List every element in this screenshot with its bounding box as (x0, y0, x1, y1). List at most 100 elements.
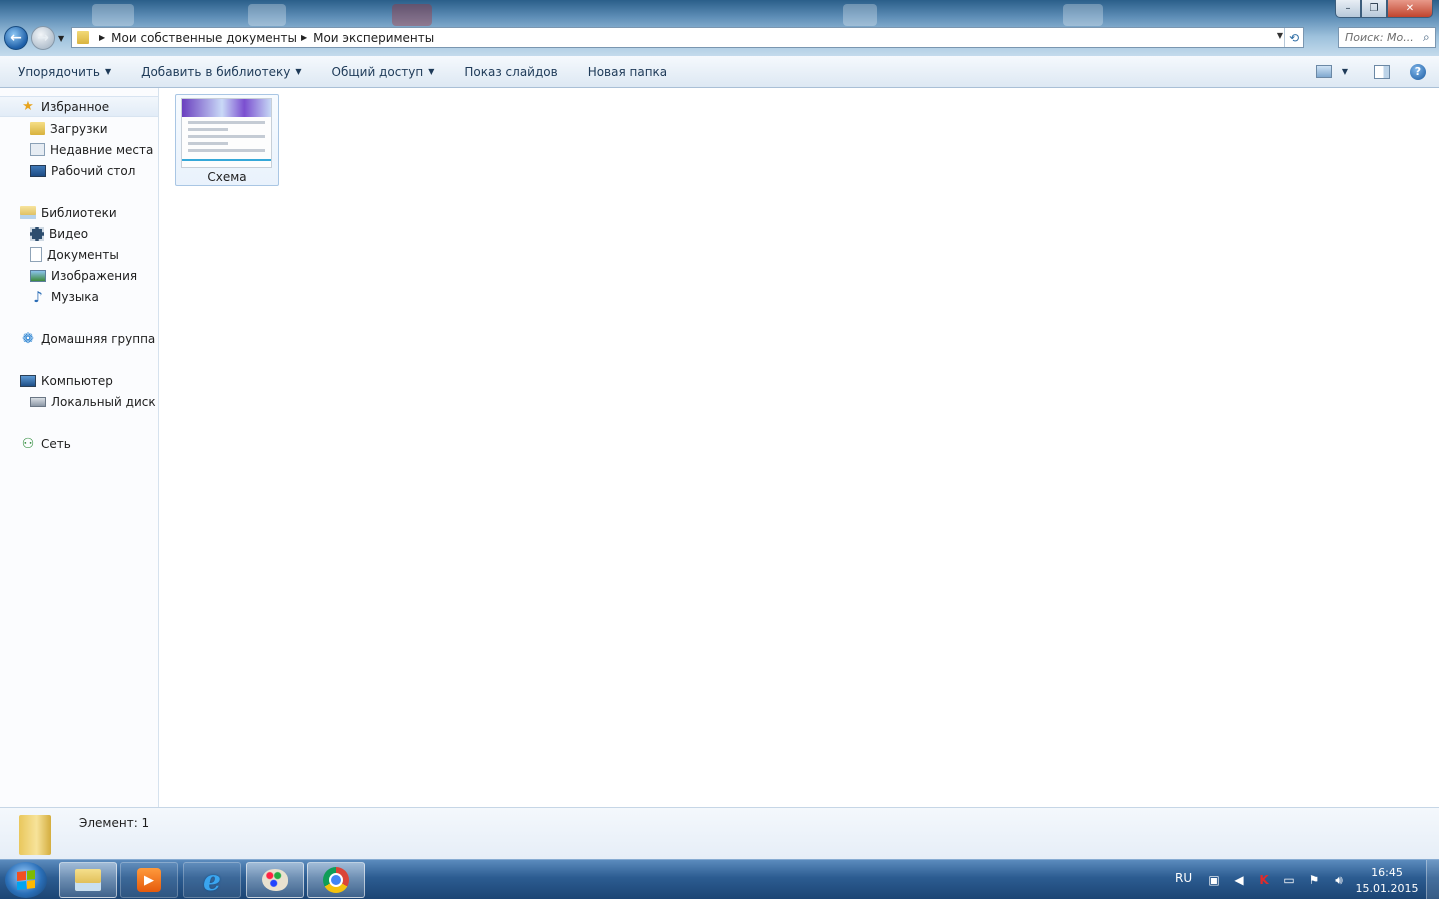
file-name: Схема (207, 170, 247, 184)
details-pane: Элемент: 1 (0, 807, 1439, 859)
pictures-library-icon (30, 269, 46, 282)
desktop-icon (30, 164, 46, 177)
nav-item-label: Загрузки (50, 121, 108, 136)
taskbar-chrome-button[interactable] (307, 862, 365, 898)
breadcrumb-item[interactable]: Мои собственные документы (111, 31, 297, 45)
slideshow-button[interactable]: Показ слайдов (449, 65, 572, 79)
nav-item-label: Видео (49, 226, 89, 241)
network-status-icon[interactable]: ▭ (1281, 872, 1297, 888)
nav-item-music[interactable]: ♪ Музыка (0, 286, 158, 307)
nav-favorites-label: Избранное (41, 99, 110, 114)
address-bar[interactable]: ▶ Мои собственные документы ▶ Мои экспер… (71, 27, 1304, 48)
speaker-warning-icon[interactable]: ◀ (1231, 872, 1247, 888)
breadcrumb-item[interactable]: Мои эксперименты (313, 31, 434, 45)
nav-item-desktop[interactable]: Рабочий стол (0, 160, 158, 181)
nav-item-local-disk[interactable]: Локальный диск (C (0, 391, 158, 412)
folder-icon (19, 815, 51, 855)
slideshow-label: Показ слайдов (464, 64, 558, 79)
nav-item-label: Локальный диск (C (51, 394, 158, 409)
search-box[interactable]: ⌕ (1338, 27, 1436, 48)
search-input[interactable] (1339, 31, 1423, 44)
command-bar: Упорядочить ▼ Добавить в библиотеку ▼ Общи… (0, 56, 1439, 88)
help-icon[interactable]: ? (1410, 63, 1426, 80)
breadcrumb-separator-icon[interactable]: ▶ (301, 33, 307, 42)
nav-item-label: Документы (47, 247, 119, 262)
chevron-down-icon: ▼ (428, 67, 435, 76)
breadcrumb-separator-icon[interactable]: ▶ (99, 33, 105, 42)
nav-computer-label: Компьютер (41, 373, 113, 388)
nav-network[interactable]: ⚇ Сеть (0, 433, 158, 454)
share-with-label: Общий доступ (331, 64, 424, 79)
nav-network-label: Сеть (41, 436, 71, 451)
file-thumbnail (181, 98, 272, 168)
window-controls: – ❐ ✕ (1335, 0, 1433, 18)
start-button[interactable] (5, 862, 47, 898)
file-item[interactable]: Схема (175, 94, 279, 186)
add-to-library-button[interactable]: Добавить в библиотеку ▼ (126, 65, 316, 79)
view-options-dropdown[interactable]: ▼ (1342, 67, 1348, 76)
nav-item-label: Изображения (51, 268, 138, 283)
close-button[interactable]: ✕ (1387, 0, 1433, 18)
nav-item-label: Недавние места (50, 142, 154, 157)
nav-item-video[interactable]: Видео (0, 223, 158, 244)
taskbar: ▶ e RU ▣ ◀ K ▭ ⚑ 🔊︎ 16:45 15.01.2015 (0, 859, 1439, 899)
language-indicator[interactable]: RU (1175, 871, 1192, 885)
network-icon: ⚇ (21, 435, 35, 452)
search-icon[interactable]: ⌕ (1423, 30, 1430, 45)
organize-button[interactable]: Упорядочить ▼ (0, 65, 126, 79)
forward-button[interactable]: → (31, 26, 55, 50)
system-tray: ▣ ◀ K ▭ ⚑ 🔊︎ (1206, 872, 1347, 888)
nav-item-pictures[interactable]: Изображения (0, 265, 158, 286)
taskbar-internet-explorer-button[interactable]: e (183, 862, 241, 898)
view-controls: ▼ ? (1315, 56, 1439, 87)
minimize-button[interactable]: – (1335, 0, 1361, 18)
media-player-icon: ▶ (137, 868, 161, 892)
antivirus-icon[interactable]: K (1256, 872, 1272, 888)
show-desktop-button[interactable] (1426, 860, 1439, 899)
clock-date: 15.01.2015 (1355, 882, 1419, 895)
preview-pane-icon[interactable] (1374, 64, 1390, 79)
back-button[interactable]: ← (4, 26, 28, 50)
thumbnail-line (188, 135, 265, 138)
nav-computer[interactable]: Компьютер (0, 370, 158, 391)
nav-favorites[interactable]: ★ Избранное (0, 96, 158, 117)
taskbar-paint-button[interactable] (246, 862, 304, 898)
clock[interactable]: 16:45 15.01.2015 (1350, 865, 1424, 897)
file-list-area[interactable]: Схема (160, 88, 1439, 807)
recent-places-icon (30, 143, 45, 156)
thumbnail-line (188, 128, 228, 131)
thumbnail-line (188, 121, 265, 124)
music-note-icon: ♪ (33, 287, 43, 306)
add-to-library-label: Добавить в библиотеку (141, 64, 291, 79)
paint-palette-icon (262, 869, 288, 891)
refresh-icon[interactable]: ⟲ (1284, 28, 1303, 47)
address-history-dropdown[interactable]: ▼ (1277, 31, 1283, 40)
taskbar-explorer-button[interactable] (59, 862, 117, 898)
star-icon: ★ (22, 99, 34, 114)
explorer-icon (75, 869, 101, 891)
nav-libraries[interactable]: Библиотеки (0, 202, 158, 223)
thumbnail-line (188, 149, 265, 152)
volume-icon[interactable]: 🔊︎ (1331, 872, 1347, 888)
share-with-button[interactable]: Общий доступ ▼ (317, 65, 450, 79)
title-bar: – ❐ ✕ ← → ▼ ▶ Мои собственные документы … (0, 0, 1439, 56)
action-center-flag-icon[interactable]: ⚑ (1306, 872, 1322, 888)
recent-pages-dropdown[interactable]: ▼ (58, 34, 64, 43)
nav-item-documents[interactable]: Документы (0, 244, 158, 265)
chrome-icon (323, 867, 349, 893)
arrow-left-icon: ← (10, 30, 22, 46)
background-glass-shape (92, 4, 134, 26)
new-folder-button[interactable]: Новая папка (573, 65, 682, 79)
hard-disk-icon (30, 396, 46, 407)
nav-item-recent-places[interactable]: Недавние места (0, 139, 158, 160)
display-icon[interactable]: ▣ (1206, 872, 1222, 888)
nav-item-downloads[interactable]: Загрузки (0, 118, 158, 139)
maximize-button[interactable]: ❐ (1361, 0, 1387, 18)
nav-homegroup-label: Домашняя группа (41, 331, 156, 346)
item-count: Элемент: 1 (79, 816, 150, 830)
taskbar-media-player-button[interactable]: ▶ (120, 862, 178, 898)
folder-icon (77, 31, 89, 44)
chevron-down-icon: ▼ (295, 67, 302, 76)
change-view-icon[interactable] (1315, 65, 1332, 78)
nav-homegroup[interactable]: ❁ Домашняя группа (0, 328, 158, 349)
